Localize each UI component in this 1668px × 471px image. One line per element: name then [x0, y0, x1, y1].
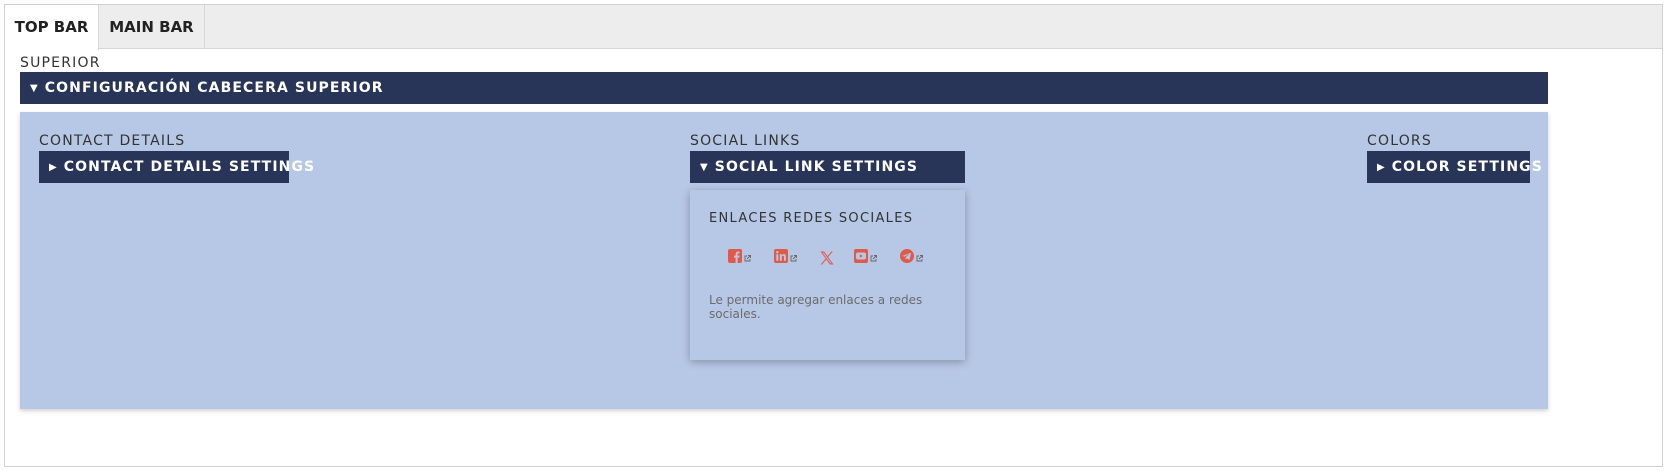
settings-frame: TOP BAR MAIN BAR SUPERIOR ▼ CONFIGURACIÓ…	[4, 4, 1663, 467]
chevron-down-icon: ▼	[700, 161, 709, 173]
contact-details-toggle[interactable]: ▶ CONTACT DETAILS SETTINGS	[39, 151, 314, 183]
chevron-right-icon: ▶	[49, 161, 58, 173]
facebook-link[interactable]	[728, 249, 751, 267]
facebook-icon	[728, 249, 742, 263]
chevron-down-icon: ▼	[30, 82, 39, 94]
settings-panel: CONTACT DETAILS ▶ CONTACT DETAILS SETTIN…	[20, 112, 1548, 409]
social-card-description: Le permite agregar enlaces a redes socia…	[709, 293, 923, 321]
contact-details-label: CONTACT DETAILS	[39, 133, 186, 149]
external-link-icon	[916, 255, 923, 262]
social-link-settings-label: SOCIAL LINK SETTINGS	[714, 159, 919, 175]
header-settings-label: CONFIGURACIÓN CABECERA SUPERIOR	[44, 80, 384, 96]
chevron-right-icon: ▶	[1377, 161, 1386, 173]
contact-details-toggle-label: CONTACT DETAILS SETTINGS	[63, 159, 316, 175]
telegram-link[interactable]	[900, 249, 923, 267]
colors-label: COLORS	[1367, 133, 1432, 149]
superior-label: SUPERIOR	[20, 55, 101, 71]
tab-top-bar[interactable]: TOP BAR	[5, 5, 99, 50]
external-link-icon	[744, 255, 751, 262]
youtube-link[interactable]	[854, 249, 877, 267]
tab-main-bar[interactable]: MAIN BAR	[99, 5, 205, 49]
social-links-label: SOCIAL LINKS	[690, 133, 801, 149]
social-links-card: ENLACES REDES SOCIALES Le permite agrega…	[690, 190, 965, 360]
social-link-settings-toggle[interactable]: ▼ SOCIAL LINK SETTINGS	[690, 151, 965, 183]
external-link-icon	[870, 255, 877, 262]
telegram-icon	[900, 249, 914, 263]
color-settings-toggle[interactable]: ▶ COLOR SETTINGS	[1367, 151, 1542, 183]
color-settings-toggle-label: COLOR SETTINGS	[1391, 159, 1543, 175]
youtube-icon	[854, 249, 868, 263]
linkedin-icon	[774, 249, 788, 263]
x-link[interactable]	[819, 249, 835, 267]
tab-bar: TOP BAR MAIN BAR	[5, 5, 1662, 50]
external-link-icon	[790, 255, 797, 262]
linkedin-link[interactable]	[774, 249, 797, 267]
social-card-title: ENLACES REDES SOCIALES	[709, 211, 914, 226]
x-icon	[820, 251, 834, 265]
header-settings-toggle[interactable]: ▼ CONFIGURACIÓN CABECERA SUPERIOR	[20, 72, 1548, 104]
